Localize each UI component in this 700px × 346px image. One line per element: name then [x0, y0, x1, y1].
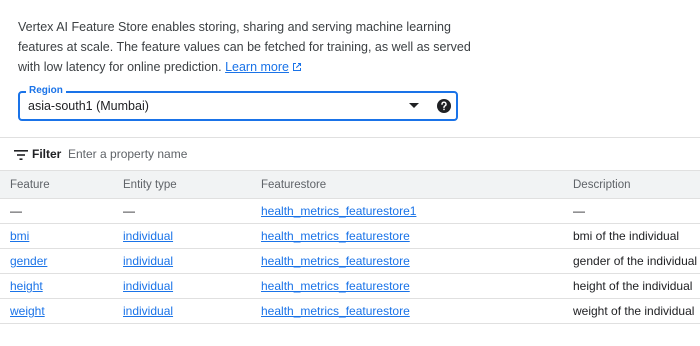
- table-row: height individual health_metrics_feature…: [0, 273, 700, 299]
- filter-icon[interactable]: [14, 150, 28, 160]
- featurestore-cell: health_metrics_featurestore: [251, 248, 563, 274]
- table-row: bmi individual health_metrics_featuresto…: [0, 223, 700, 249]
- entity-type-link[interactable]: individual: [123, 304, 173, 318]
- filter-label: Filter: [32, 147, 62, 161]
- feature-cell: bmi: [0, 223, 113, 249]
- featurestore-link[interactable]: health_metrics_featurestore: [261, 279, 410, 293]
- table-row: gender individual health_metrics_feature…: [0, 248, 700, 274]
- featurestore-cell: health_metrics_featurestore: [251, 298, 563, 324]
- feature-cell: gender: [0, 248, 113, 274]
- featurestore-cell: health_metrics_featurestore1: [251, 198, 563, 224]
- filter-input[interactable]: [68, 145, 368, 163]
- region-value: asia-south1 (Mumbai): [28, 99, 149, 113]
- entity-type-link[interactable]: individual: [123, 279, 173, 293]
- table-header-row: Feature Entity type Featurestore Descrip…: [0, 170, 700, 199]
- region-label: Region: [26, 85, 66, 97]
- external-link-icon: [293, 63, 301, 71]
- feature-link[interactable]: weight: [10, 304, 45, 318]
- featurestore-link[interactable]: health_metrics_featurestore: [261, 229, 410, 243]
- feature-link[interactable]: gender: [10, 254, 47, 268]
- column-header-description[interactable]: Description: [563, 170, 700, 199]
- entity-type-cell: individual: [113, 273, 251, 299]
- feature-cell: —: [0, 198, 113, 224]
- learn-more-link[interactable]: Learn more: [225, 60, 302, 74]
- column-header-featurestore[interactable]: Featurestore: [251, 170, 563, 199]
- featurestore-cell: health_metrics_featurestore: [251, 273, 563, 299]
- featurestore-link[interactable]: health_metrics_featurestore1: [261, 204, 416, 218]
- featurestore-link[interactable]: health_metrics_featurestore: [261, 304, 410, 318]
- description-cell: weight of the individual: [563, 298, 700, 324]
- column-header-entity-type[interactable]: Entity type: [113, 170, 251, 199]
- feature-cell: weight: [0, 298, 113, 324]
- description-cell: bmi of the individual: [563, 223, 700, 249]
- featurestore-link[interactable]: health_metrics_featurestore: [261, 254, 410, 268]
- feature-link[interactable]: height: [10, 279, 43, 293]
- column-header-feature[interactable]: Feature: [0, 170, 113, 199]
- table-row: weight individual health_metrics_feature…: [0, 298, 700, 324]
- entity-type-cell: individual: [113, 223, 251, 249]
- feature-link[interactable]: bmi: [10, 229, 29, 243]
- filter-bar: Filter: [0, 137, 700, 170]
- feature-cell: height: [0, 273, 113, 299]
- entity-type-cell: individual: [113, 248, 251, 274]
- features-table: Feature Entity type Featurestore Descrip…: [0, 170, 700, 324]
- description-cell: —: [563, 198, 700, 224]
- entity-type-link[interactable]: individual: [123, 254, 173, 268]
- chevron-down-icon: [409, 103, 419, 108]
- feature-store-description: Vertex AI Feature Store enables storing,…: [18, 17, 478, 77]
- entity-type-cell: individual: [113, 298, 251, 324]
- featurestore-cell: health_metrics_featurestore: [251, 223, 563, 249]
- learn-more-label: Learn more: [225, 60, 289, 74]
- description-cell: gender of the individual: [563, 248, 700, 274]
- help-icon[interactable]: [437, 99, 451, 113]
- table-row: — — health_metrics_featurestore1 —: [0, 198, 700, 224]
- entity-type-link[interactable]: individual: [123, 229, 173, 243]
- entity-type-cell: —: [113, 198, 251, 224]
- description-cell: height of the individual: [563, 273, 700, 299]
- region-select[interactable]: Region asia-south1 (Mumbai): [18, 85, 458, 121]
